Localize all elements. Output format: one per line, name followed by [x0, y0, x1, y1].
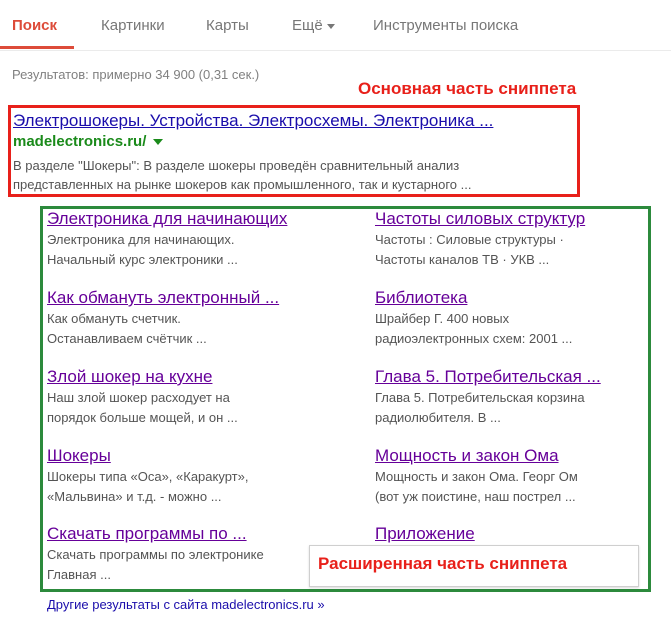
snippet-line: В разделе "Шокеры": В разделе шокеры про…: [13, 158, 460, 173]
sitelink-snippet: Начальный курс электроники ...: [47, 252, 238, 267]
sitelink-snippet: радиоэлектронных схем: 2001 ...: [375, 331, 573, 346]
sitelink-snippet: Главная ...: [47, 567, 111, 582]
tab-maps[interactable]: Карты: [206, 17, 249, 34]
sitelink-snippet: Останавливаем счётчик ...: [47, 331, 207, 346]
url-dropdown-icon[interactable]: [153, 138, 164, 145]
search-tabs: Поиск Картинки Карты Ещё Инструменты пои…: [0, 0, 671, 51]
sitelink-title[interactable]: Мощность и закон Ома: [375, 445, 665, 467]
sitelink: Мощность и закон Ома Мощность и закон Ом…: [375, 445, 665, 507]
sitelink: Частоты силовых структур Частоты : Силов…: [375, 208, 665, 270]
sitelink-snippet: Электроника для начинающих.: [47, 232, 235, 247]
tab-images[interactable]: Картинки: [101, 17, 165, 34]
result-stats: Результатов: примерно 34 900 (0,31 сек.): [12, 67, 260, 82]
tab-search[interactable]: Поиск: [12, 17, 57, 34]
more-results-link[interactable]: Другие результаты с сайта madelectronics…: [47, 597, 325, 612]
sitelink-title[interactable]: Шокеры: [47, 445, 337, 467]
annotation-main-part: Основная часть сниппета: [358, 79, 577, 98]
sitelink-snippet: порядок больше мощей, и он ...: [47, 410, 238, 425]
sitelink-snippet: Мощность и закон Ома. Георг Ом: [375, 469, 578, 484]
sitelink-snippet: (вот уж поистине, наш пострел ...: [375, 489, 576, 504]
snippet-line: представленных на рынке шокеров как пром…: [13, 177, 472, 192]
sitelink-snippet: радиолюбителя. В ...: [375, 410, 501, 425]
sitelink-title[interactable]: Как обмануть электронный ...: [47, 287, 337, 309]
tab-more-label: Ещё: [292, 17, 323, 34]
sitelink-snippet: Шокеры типа «Оса», «Каракурт»,: [47, 469, 249, 484]
sitelink: Библиотека Шрайбер Г. 400 новых радиоэле…: [375, 287, 665, 349]
sitelink-title[interactable]: Скачать программы по ...: [47, 523, 337, 545]
active-tab-underline: [0, 46, 74, 49]
sitelink-title[interactable]: Злой шокер на кухне: [47, 366, 337, 388]
sitelink-title[interactable]: Электроника для начинающих: [47, 208, 337, 230]
sitelink: Приложение: [375, 523, 665, 545]
sitelink-snippet: Шрайбер Г. 400 новых: [375, 311, 510, 326]
sitelink-snippet: Частоты : Силовые структуры ·: [375, 232, 564, 247]
sitelink-title[interactable]: Приложение: [375, 523, 665, 545]
sitelink-snippet: Наш злой шокер расходует на: [47, 390, 230, 405]
sitelink-snippet: Частоты каналов ТВ · УКВ ...: [375, 252, 550, 267]
sitelink-title[interactable]: Частоты силовых структур: [375, 208, 665, 230]
tab-search-tools[interactable]: Инструменты поиска: [373, 17, 518, 34]
annotation-extended-part: Расширенная часть сниппета: [318, 554, 568, 573]
main-result-snippet: В разделе "Шокеры": В разделе шокеры про…: [13, 156, 573, 194]
sitelink-snippet: Глава 5. Потребительская корзина: [375, 390, 585, 405]
main-result-url: madelectronics.ru/: [13, 133, 147, 150]
sitelink: Глава 5. Потребительская ... Глава 5. По…: [375, 366, 665, 428]
chevron-down-icon: [326, 24, 335, 29]
sitelink: Электроника для начинающих Электроника д…: [47, 208, 337, 270]
main-result-url-row: madelectronics.ru/: [13, 133, 164, 150]
tab-more[interactable]: Ещё: [292, 17, 335, 34]
sitelink-snippet: «Мальвина» и т.д. - можно ...: [47, 489, 222, 504]
sitelink: Скачать программы по ... Скачать програм…: [47, 523, 337, 585]
sitelink-snippet: Как обмануть счетчик.: [47, 311, 181, 326]
sitelink: Как обмануть электронный ... Как обманут…: [47, 287, 337, 349]
main-result-title[interactable]: Электрошокеры. Устройства. Электросхемы.…: [13, 111, 493, 131]
sitelink-title[interactable]: Глава 5. Потребительская ...: [375, 366, 665, 388]
sitelink: Злой шокер на кухне Наш злой шокер расхо…: [47, 366, 337, 428]
sitelink-title[interactable]: Библиотека: [375, 287, 665, 309]
sitelink-snippet: Скачать программы по электронике: [47, 547, 264, 562]
sitelink: Шокеры Шокеры типа «Оса», «Каракурт», «М…: [47, 445, 337, 507]
